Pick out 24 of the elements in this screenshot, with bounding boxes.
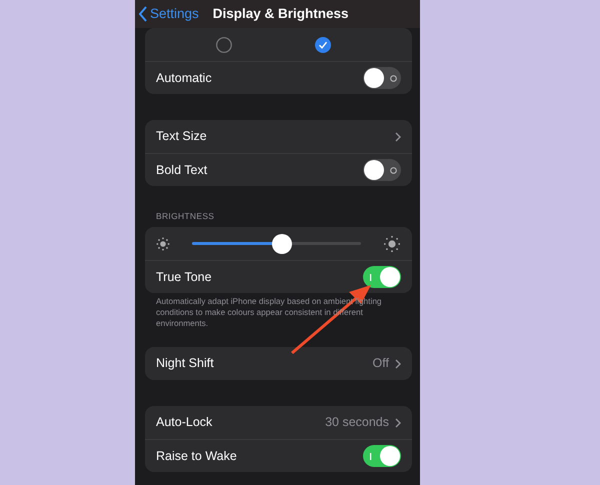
chevron-icon [395, 358, 401, 368]
screen-title: Display & Brightness [212, 4, 349, 23]
toggle-switch[interactable] [363, 445, 401, 467]
radio-button[interactable] [216, 36, 232, 52]
row-label: True Tone [156, 268, 213, 286]
chevron-icon [395, 418, 401, 428]
toggle-switch[interactable] [363, 67, 401, 89]
off-mark-icon [390, 74, 397, 82]
chevron-icon [395, 132, 401, 142]
row-label: Raise to Wake [156, 448, 238, 465]
back-icon [139, 6, 148, 22]
off-mark-icon [390, 166, 397, 174]
settings-row[interactable]: Night Shift Off [145, 347, 412, 380]
brightness-low-icon [156, 236, 170, 250]
brightness-high-icon [383, 234, 401, 252]
toggle-switch[interactable] [363, 266, 401, 288]
section-header: BRIGHTNESS [156, 210, 214, 223]
row-label: Automatic [156, 70, 213, 87]
toggle-switch[interactable] [363, 159, 401, 181]
radio-button[interactable] [314, 36, 331, 52]
settings-row[interactable]: Text Size [145, 120, 412, 153]
settings-row[interactable]: Auto-Lock 30 seconds [145, 406, 412, 439]
back-link[interactable]: Settings [139, 4, 199, 24]
row-label: Bold Text [156, 162, 208, 179]
